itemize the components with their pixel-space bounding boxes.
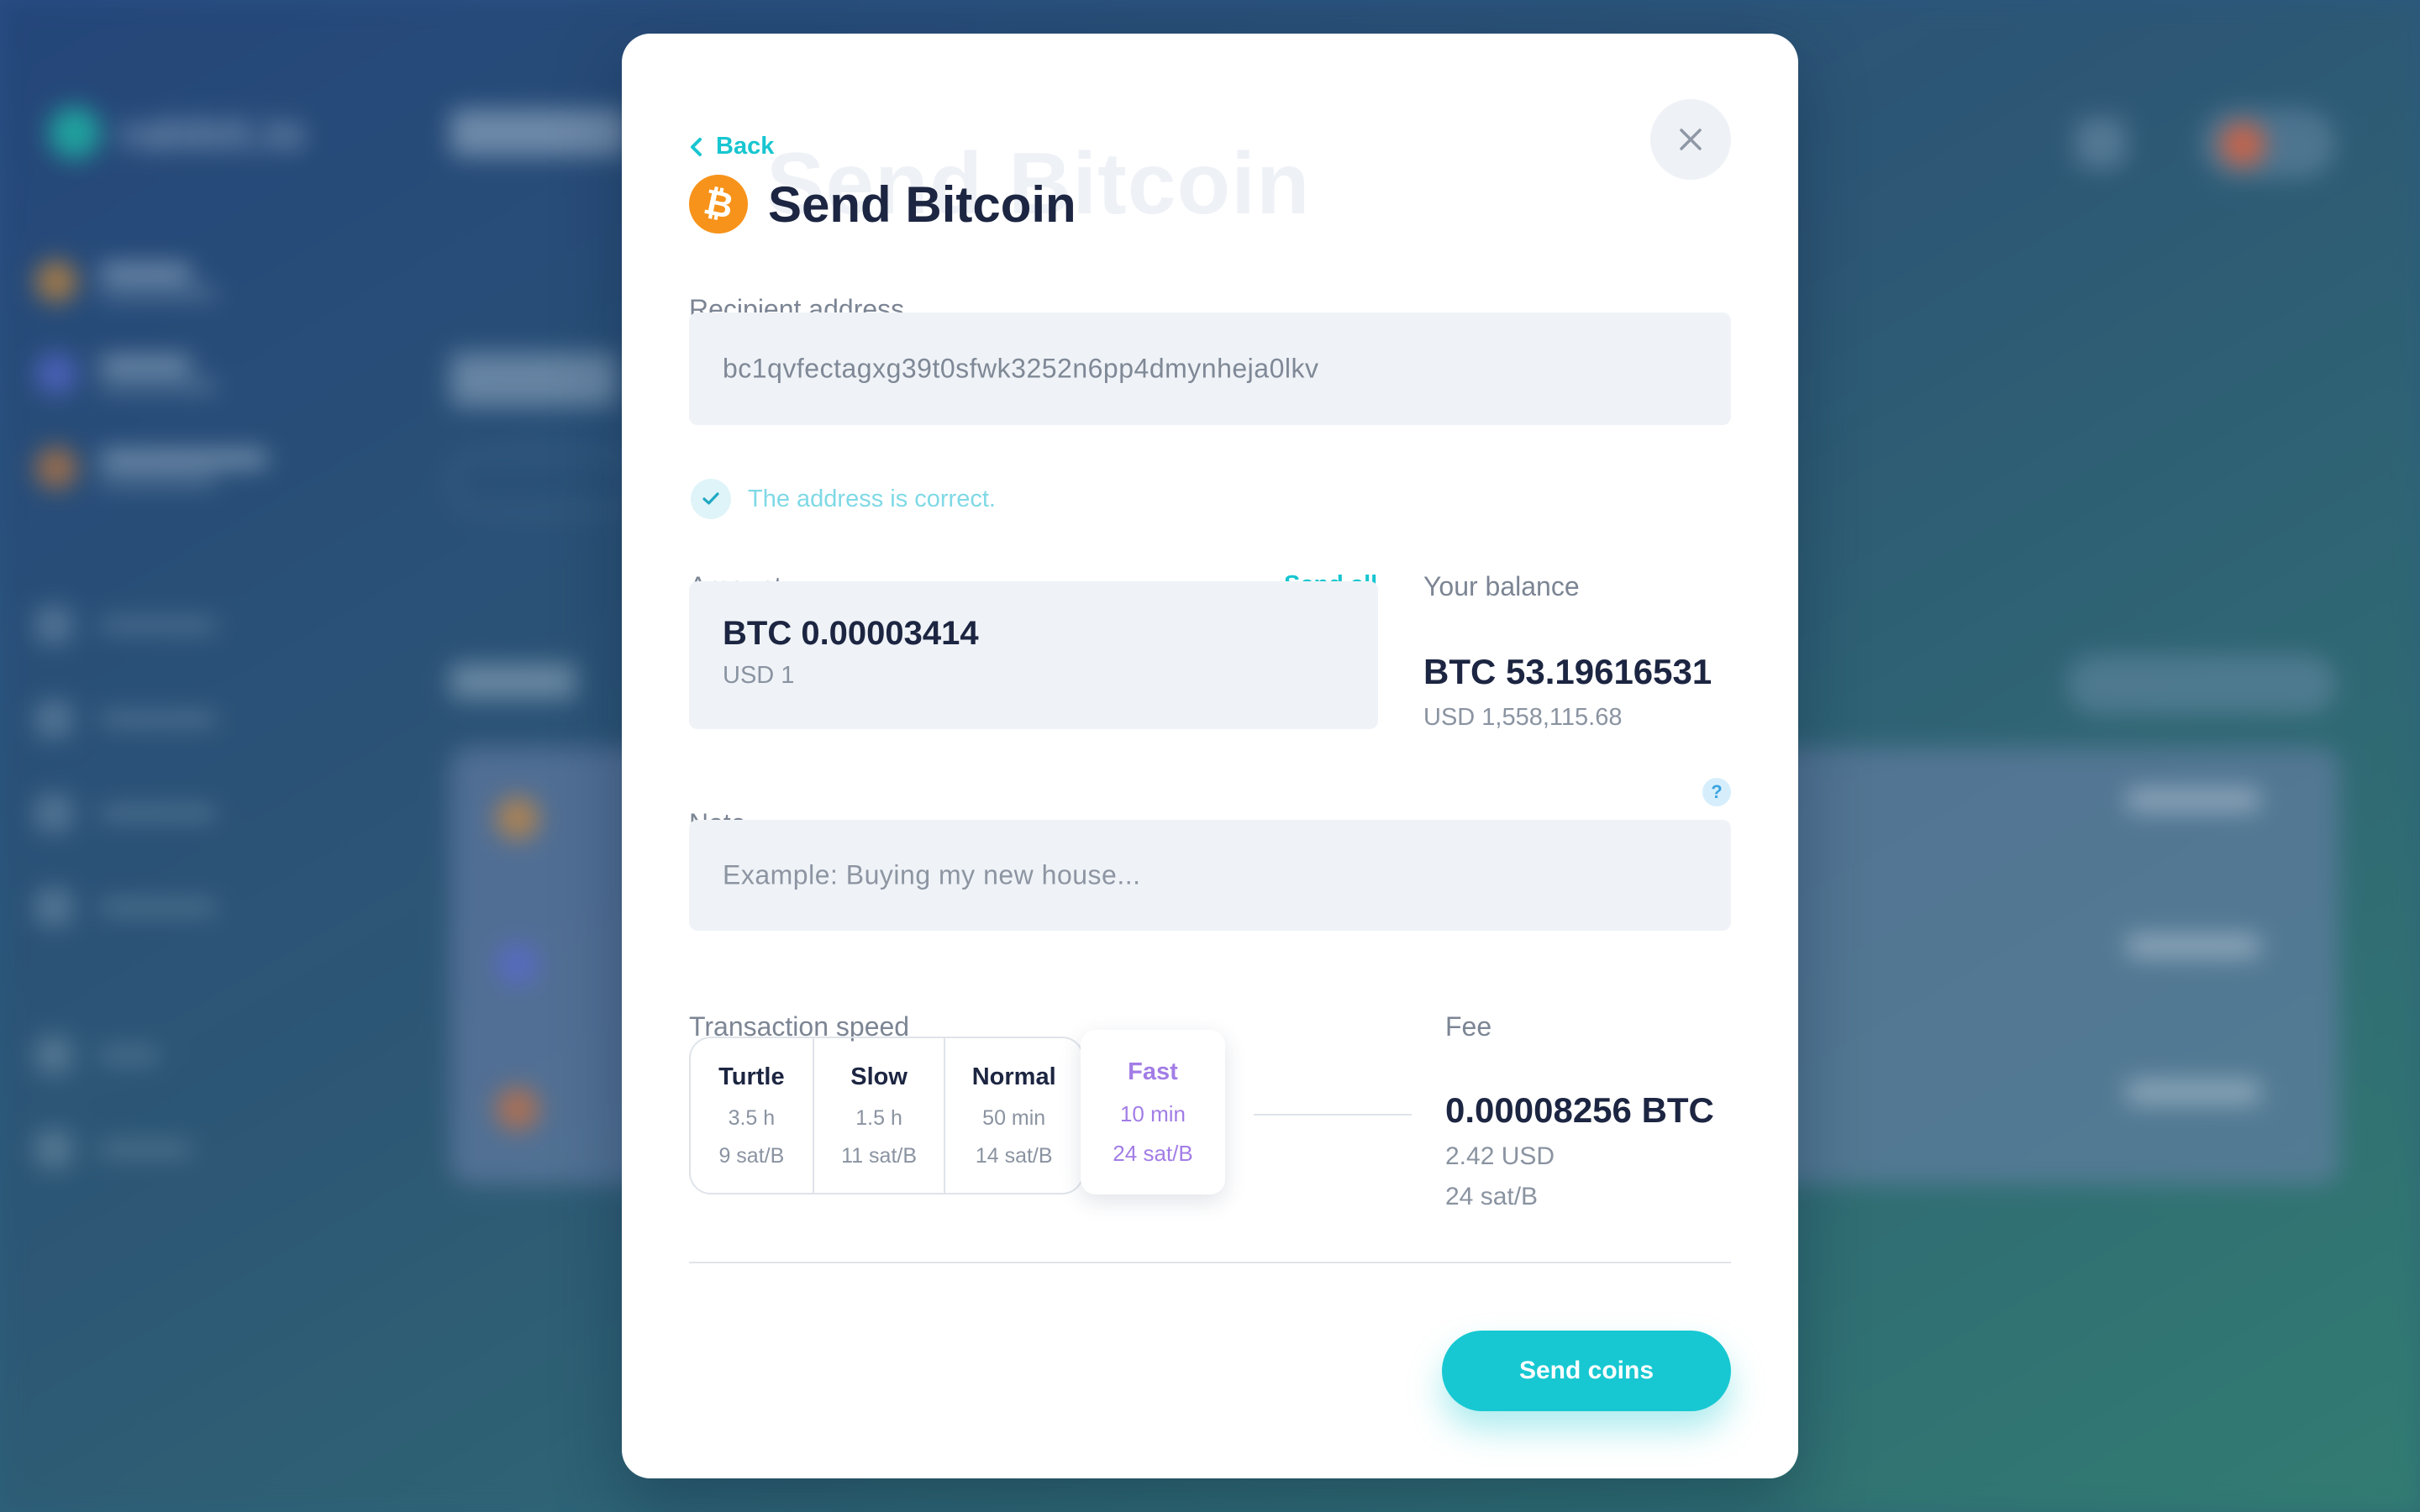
divider: [689, 1262, 1731, 1263]
amount-usd-value: USD 1: [723, 662, 795, 689]
amount-btc-value: BTC 0.00003414: [723, 615, 979, 652]
background-nav-item: [35, 1037, 158, 1074]
background-status: [2126, 1080, 2260, 1104]
speed-option-normal[interactable]: Normal 50 min 14 sat/B: [945, 1038, 1082, 1193]
page-title: Send Bitcoin: [768, 176, 1076, 233]
recipient-field: [689, 312, 1731, 425]
speed-option-fast[interactable]: Fast 10 min 24 sat/B: [1081, 1030, 1225, 1194]
bitcoin-icon: ₿: [689, 175, 748, 234]
background-button: [450, 452, 644, 512]
balance-label: Your balance: [1423, 571, 1580, 601]
background-balance: [450, 353, 618, 407]
background-nav-item: [35, 795, 217, 832]
background-wallet-item: [35, 353, 217, 395]
speed-selector: Turtle 3.5 h 9 sat/B Slow 1.5 h 11 sat/B…: [689, 1037, 1084, 1194]
speed-option-slow[interactable]: Slow 1.5 h 11 sat/B: [814, 1038, 946, 1193]
fee-btc-value: 0.00008256 BTC: [1445, 1090, 1714, 1130]
back-label: Back: [716, 133, 775, 160]
background-status: [2126, 934, 2260, 958]
validation-message: The address is correct.: [748, 485, 996, 512]
background-wallet-item: [35, 260, 217, 302]
logo-text: rabbit.io: [119, 106, 305, 159]
speed-option-turtle[interactable]: Turtle 3.5 h 9 sat/B: [691, 1038, 814, 1193]
send-bitcoin-modal: Back Send Bitcoin ₿ Send Bitcoin Recipie…: [622, 34, 1798, 1478]
chevron-left-icon: [691, 137, 702, 156]
background-notification-icon: [2075, 118, 2126, 168]
balance-btc-value: BTC 53.19616531: [1423, 652, 1712, 691]
background-status: [2126, 788, 2260, 811]
background-sidebar: rabbit.io: [0, 0, 370, 1512]
address-validation: The address is correct.: [691, 479, 996, 519]
speed-connector-line: [1254, 1114, 1412, 1116]
back-button[interactable]: Back: [689, 133, 774, 160]
fee-rate-value: 24 sat/B: [1445, 1183, 1539, 1210]
background-avatar: [2220, 122, 2265, 167]
close-button[interactable]: [1650, 99, 1731, 180]
check-icon: [691, 479, 731, 519]
background-row-icon: [496, 796, 539, 840]
fee-usd-value: 2.42 USD: [1445, 1142, 1555, 1170]
amount-input[interactable]: BTC 0.00003414 USD 1: [689, 581, 1378, 729]
background-logo: rabbit.io: [49, 105, 305, 160]
background-row-icon: [496, 1087, 539, 1131]
background-nav-item: [35, 1131, 192, 1168]
logo-mark-icon: [49, 106, 101, 159]
note-input[interactable]: [723, 859, 1697, 891]
background-pill-button: [2067, 655, 2336, 714]
background-wallet-item: [35, 447, 267, 489]
send-coins-button[interactable]: Send coins: [1442, 1331, 1731, 1411]
background-nav-item: [35, 889, 217, 926]
background-assets-heading: [450, 664, 576, 699]
recipient-address-input[interactable]: [723, 353, 1697, 385]
background-nav-item: [35, 701, 217, 738]
background-nav-item: [35, 606, 217, 643]
help-icon[interactable]: ?: [1702, 778, 1731, 806]
fee-label: Fee: [1445, 1011, 1492, 1042]
modal-header: ₿ Send Bitcoin: [689, 175, 1076, 234]
background-title: [450, 109, 627, 156]
background-row-icon: [496, 942, 539, 986]
note-field: [689, 820, 1731, 931]
close-icon: [1680, 129, 1702, 150]
balance-usd-value: USD 1,558,115.68: [1423, 704, 1623, 731]
